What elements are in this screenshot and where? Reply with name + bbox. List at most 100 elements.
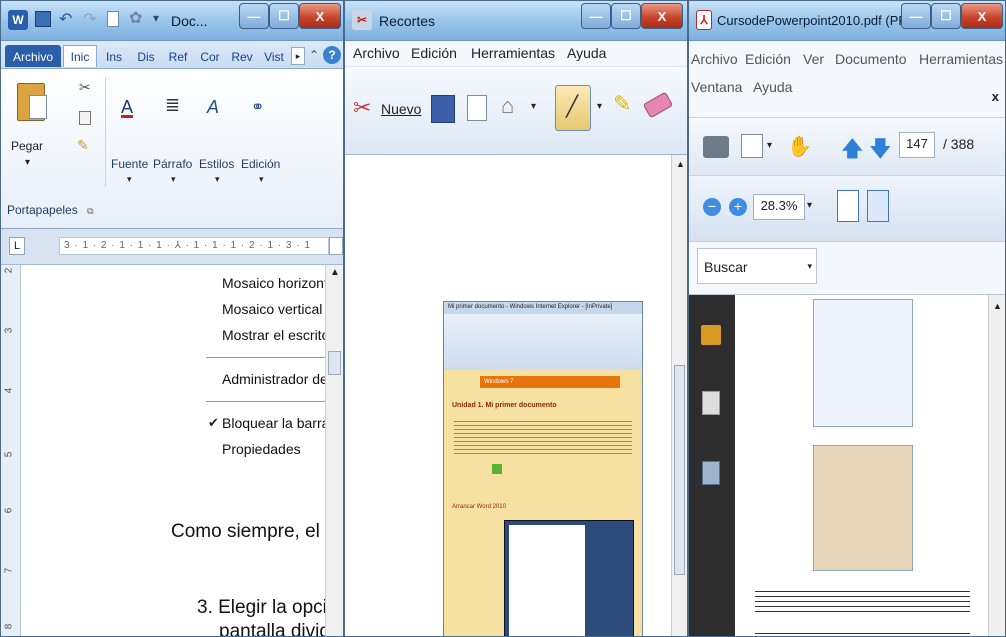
tab-vista[interactable]: Vist — [259, 45, 289, 67]
recortes-close-button[interactable]: X — [641, 3, 683, 29]
menu-ayuda[interactable]: Ayuda — [753, 79, 792, 95]
tools-icon[interactable] — [741, 134, 763, 158]
font-group-button[interactable]: A Fuente ▾ — [111, 77, 151, 187]
search-dropdown-icon[interactable]: ▾ — [807, 261, 812, 272]
hand-icon[interactable]: ✋ — [787, 134, 812, 159]
help-icon[interactable]: ? — [323, 46, 341, 64]
pdf-sidebar — [689, 295, 735, 636]
scroll-thumb[interactable] — [674, 365, 685, 575]
fit-width-icon[interactable] — [837, 190, 859, 222]
scroll-up-icon[interactable]: ▲ — [676, 159, 685, 169]
zoom-out-icon[interactable]: − — [703, 198, 721, 216]
zoom-dropdown-icon[interactable]: ▾ — [807, 200, 812, 211]
word-titlebar[interactable]: W ↶ ↷ ✿ ▾ Doc... — ☐ X — [1, 1, 343, 41]
menu-archivo[interactable]: Archivo — [353, 45, 400, 61]
pages-icon[interactable] — [702, 391, 720, 415]
edicion-dropdown-icon: ▾ — [259, 174, 264, 184]
undo-icon[interactable]: ↶ — [59, 9, 72, 29]
horizontal-ruler[interactable]: 3 · 1 · 2 · 1 · 1 · 1 · ⅄ · 1 · 1 · 1 · … — [59, 237, 329, 255]
tab-correspondencia[interactable]: Cor — [195, 45, 225, 67]
scissors-app-icon[interactable]: ✂ — [352, 10, 372, 30]
tab-scroll-right-icon[interactable]: ▸ — [291, 47, 305, 65]
eraser-icon[interactable] — [642, 91, 674, 119]
lock-icon[interactable] — [701, 325, 721, 345]
recortes-scrollbar[interactable]: ▲ — [671, 155, 687, 636]
close-document-icon[interactable]: x — [992, 89, 999, 104]
word-close-button[interactable]: X — [299, 3, 341, 29]
menu-ventana[interactable]: Ventana — [691, 79, 742, 95]
fit-page-icon[interactable] — [867, 190, 889, 222]
cut-icon[interactable]: ✂ — [79, 79, 91, 96]
ruler-toggle-icon[interactable] — [329, 237, 343, 255]
format-painter-icon[interactable]: ✎ — [77, 137, 89, 154]
document-area[interactable]: 2 3 4 5 6 7 8 Mosaico horizontal Mosaico… — [1, 265, 343, 636]
menu-edicion[interactable]: Edición — [745, 51, 791, 67]
pen-dropdown-icon[interactable]: ▾ — [597, 101, 602, 112]
customize-toolbar-icon[interactable]: ▾ — [153, 11, 159, 25]
recortes-maximize-button[interactable]: ☐ — [611, 3, 641, 29]
scroll-up-icon[interactable]: ▲ — [330, 267, 340, 278]
search-input[interactable]: Buscar ▾ — [697, 248, 817, 284]
pdf-close-button[interactable]: X — [961, 3, 1003, 29]
scroll-thumb[interactable] — [328, 351, 341, 375]
tab-selector-icon[interactable]: L — [9, 237, 25, 255]
print-icon[interactable] — [703, 136, 729, 158]
menu-item-mosaico-horizontal[interactable]: Mosaico horizontal — [222, 275, 339, 291]
pdf-vertical-scrollbar[interactable]: ▲ — [988, 295, 1005, 636]
menu-item-propiedades[interactable]: Propiedades — [222, 441, 301, 457]
dialog-launcher-icon[interactable]: ⧉ — [87, 206, 93, 216]
settings-icon[interactable]: ✿ — [129, 8, 142, 28]
tab-archivo[interactable]: Archivo — [5, 45, 61, 67]
pen-button[interactable]: ╱ — [555, 85, 591, 131]
snip-canvas[interactable]: Mi primer documento - Windows Internet E… — [345, 155, 687, 636]
tab-diseno[interactable]: Dis — [131, 45, 161, 67]
pdf-maximize-button[interactable]: ☐ — [931, 3, 961, 29]
zoom-input[interactable]: 28.3% — [753, 194, 805, 220]
save-icon[interactable] — [35, 11, 51, 27]
editing-group-button[interactable]: ⚭ Edición ▾ — [239, 77, 285, 187]
highlighter-icon[interactable]: ✎ — [613, 91, 631, 117]
send-snip-icon[interactable]: ⌂ — [501, 93, 514, 119]
new-snip-button[interactable]: ✂ Nuevo — [353, 95, 423, 125]
recortes-titlebar[interactable]: ✂ Recortes — ☐ X — [345, 1, 687, 41]
recortes-minimize-button[interactable]: — — [581, 3, 611, 29]
pdf-titlebar[interactable]: ⅄ CursodePowerpoint2010.pdf (PROT... — ☐… — [689, 1, 1005, 41]
send-dropdown-icon[interactable]: ▾ — [531, 101, 536, 112]
menu-herramientas[interactable]: Herramientas — [471, 45, 555, 61]
menu-documento[interactable]: Documento — [835, 51, 907, 67]
tools-dropdown-icon[interactable]: ▾ — [767, 140, 772, 151]
minimize-ribbon-icon[interactable]: ⌃ — [309, 48, 319, 62]
pdf-app-icon[interactable]: ⅄ — [696, 10, 712, 30]
tab-inicio[interactable]: Inic — [63, 45, 97, 67]
styles-group-button[interactable]: A Estilos ▾ — [199, 77, 237, 187]
menu-item-mosaico-vertical[interactable]: Mosaico vertical — [222, 301, 322, 317]
paste-button[interactable]: Pegar ▾ — [7, 77, 65, 187]
tab-referencias[interactable]: Ref — [163, 45, 193, 67]
menu-ayuda[interactable]: Ayuda — [567, 45, 606, 61]
zoom-in-icon[interactable]: + — [729, 198, 747, 216]
word-minimize-button[interactable]: — — [239, 3, 269, 29]
next-page-icon[interactable]: 🡇 — [869, 132, 892, 170]
menu-herramientas[interactable]: Herramientas — [919, 51, 1003, 67]
tab-revisar[interactable]: Rev — [227, 45, 257, 67]
previous-page-icon[interactable]: 🡅 — [841, 132, 864, 170]
menu-ver[interactable]: Ver — [803, 51, 824, 67]
redo-icon[interactable]: ↷ — [83, 9, 96, 29]
menu-archivo[interactable]: Archivo — [691, 51, 738, 67]
new-document-icon[interactable] — [107, 11, 119, 27]
paragraph-group-button[interactable]: ≣ Párrafo ▾ — [153, 77, 197, 187]
tab-insertar[interactable]: Ins — [99, 45, 129, 67]
page-number-input[interactable]: 147 — [899, 132, 935, 158]
copy-snip-icon[interactable] — [467, 95, 487, 121]
word-vertical-scrollbar[interactable]: ▲ — [325, 265, 343, 636]
bookmarks-icon[interactable] — [702, 461, 720, 485]
pdf-minimize-button[interactable]: — — [901, 3, 931, 29]
word-maximize-button[interactable]: ☐ — [269, 3, 299, 29]
copy-icon[interactable] — [79, 111, 91, 125]
menu-edicion[interactable]: Edición — [411, 45, 457, 61]
snip-banner: Windows 7 — [480, 376, 620, 388]
word-app-icon[interactable]: W — [8, 10, 28, 30]
scroll-up-icon[interactable]: ▲ — [993, 301, 1002, 311]
save-snip-icon[interactable] — [431, 95, 455, 123]
pdf-document-canvas[interactable]: ▲ — [735, 295, 1005, 636]
